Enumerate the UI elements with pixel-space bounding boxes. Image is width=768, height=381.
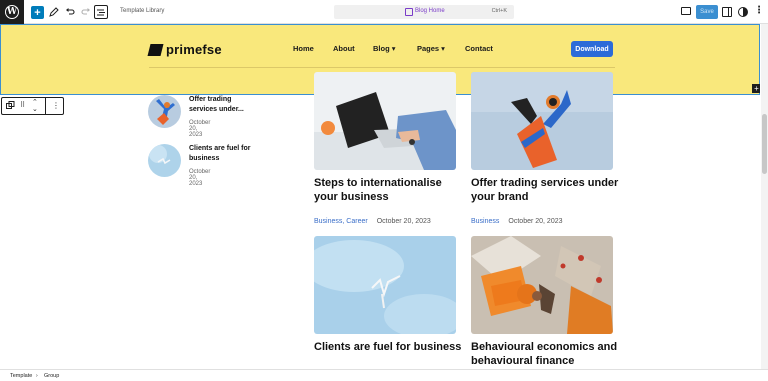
styles-button[interactable]	[738, 7, 748, 17]
post-title[interactable]: Behavioural economics and behavioural fi…	[471, 341, 621, 369]
post-title[interactable]: Clients are fuel for business	[314, 341, 464, 355]
post-date: October 20, 2023	[508, 218, 563, 225]
download-button[interactable]: Download	[571, 41, 613, 57]
nav-item-contact[interactable]: Contact	[465, 44, 493, 53]
device-preview-button[interactable]	[681, 7, 691, 15]
site-title: primefse	[166, 42, 222, 57]
post-meta: Business October 20, 2023	[471, 218, 563, 225]
nav-item-about[interactable]: About	[333, 44, 355, 53]
move-up-down-icon[interactable]: ⌃ ⌄	[32, 99, 38, 113]
block-inserter-button[interactable]: +	[31, 6, 44, 19]
wordpress-logo-button[interactable]: W	[0, 0, 24, 24]
post-categories[interactable]: Business	[471, 218, 499, 225]
laptop-typing-image	[314, 72, 456, 170]
document-label: Template Library	[120, 8, 165, 14]
canvas-scrollbar[interactable]	[761, 24, 768, 369]
sidebar-post-date: October 20, 2023	[189, 169, 211, 187]
block-options-icon[interactable]: ⋮	[52, 101, 60, 110]
block-type-icon[interactable]	[6, 101, 15, 112]
nav-item-pages[interactable]: Pages ▾	[417, 44, 445, 53]
edit-tools-button[interactable]	[48, 5, 60, 19]
breadcrumb-separator-icon: ›	[36, 373, 38, 379]
settings-sidebar-toggle[interactable]	[722, 7, 732, 17]
breadcrumb-template[interactable]: Template	[10, 373, 32, 379]
post-meta: Business, Career October 20, 2023	[314, 218, 431, 225]
drag-handle-icon[interactable]: ⠿	[20, 101, 25, 109]
block-breadcrumb-bar: Template › Group	[0, 369, 768, 381]
post-featured-image[interactable]	[471, 236, 613, 334]
undo-button[interactable]	[64, 5, 76, 19]
add-block-plus-icon[interactable]: +	[752, 84, 760, 93]
post-featured-image[interactable]	[471, 72, 613, 170]
site-logo[interactable]: primefse	[147, 42, 222, 57]
toolbar-divider	[45, 98, 46, 114]
redo-icon	[81, 8, 90, 15]
post-thumbnail[interactable]	[148, 144, 181, 177]
logo-mark-icon	[147, 43, 164, 56]
wordpress-icon: W	[5, 5, 19, 19]
breadcrumb-group[interactable]: Group	[44, 373, 59, 379]
site-editor: W + Template Library Blog Home Ctrl+K Sa…	[0, 0, 768, 381]
command-title: Blog Home	[415, 8, 445, 14]
post-title[interactable]: Steps to internationalise your business	[314, 177, 464, 205]
document-overview-button[interactable]	[94, 5, 108, 19]
pencil-icon	[49, 7, 59, 17]
options-menu-button[interactable]: ⋮	[754, 5, 764, 16]
seagull-sky-image	[314, 236, 456, 334]
skydiver-image	[148, 95, 181, 128]
sidebar-post-date: October 20, 2023	[189, 120, 211, 138]
sidebar-post-title[interactable]: Clients are fuel for business	[189, 144, 261, 164]
post-featured-image[interactable]	[314, 236, 456, 334]
editor-top-toolbar: W + Template Library Blog Home Ctrl+K Sa…	[0, 0, 768, 24]
post-thumbnail[interactable]	[148, 95, 181, 128]
header-divider	[149, 67, 615, 68]
nav-item-blog[interactable]: Blog ▾	[373, 44, 396, 53]
nav-item-home[interactable]: Home	[293, 44, 314, 53]
editor-canvas[interactable]: primefse Home About Blog ▾ Pages ▾ Conta…	[0, 24, 760, 369]
snowboarder-image	[471, 72, 613, 170]
climbing-wall-image	[471, 236, 613, 334]
command-palette-bar[interactable]: Blog Home Ctrl+K	[334, 5, 514, 19]
post-featured-image[interactable]	[314, 72, 456, 170]
redo-button[interactable]	[80, 5, 92, 19]
sidebar-post-title[interactable]: Offer trading services under...	[189, 95, 261, 115]
seagull-sky-image	[148, 144, 181, 177]
command-shortcut: Ctrl+K	[491, 8, 507, 14]
template-icon	[405, 8, 413, 16]
post-date: October 20, 2023	[376, 218, 431, 225]
post-categories[interactable]: Business, Career	[314, 218, 368, 225]
scrollbar-thumb[interactable]	[762, 114, 767, 174]
post-title[interactable]: Offer trading services under your brand	[471, 177, 621, 205]
block-toolbar: ⠿ ⌃ ⌄ ⋮	[1, 97, 64, 115]
list-view-icon	[97, 9, 105, 15]
undo-icon	[66, 8, 75, 15]
save-button[interactable]: Save	[696, 5, 718, 19]
